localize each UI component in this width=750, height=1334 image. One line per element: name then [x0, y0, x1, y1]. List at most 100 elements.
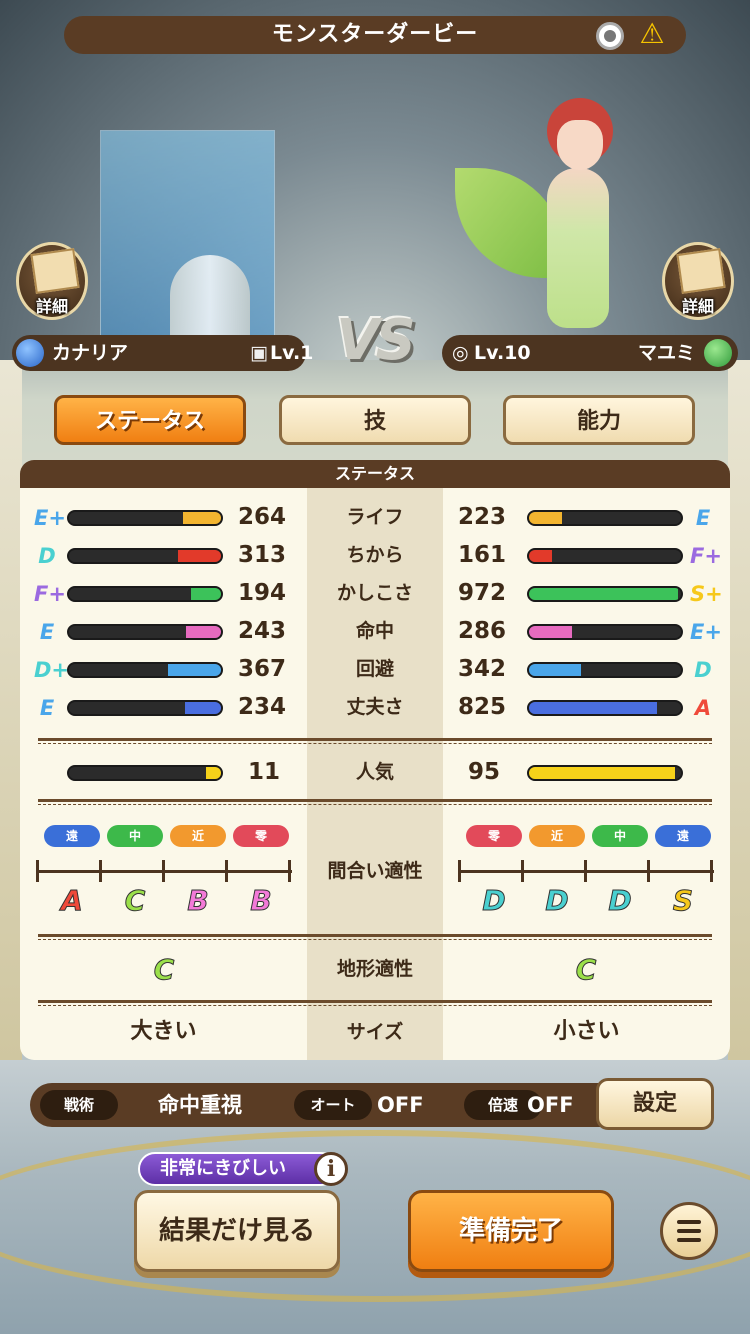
right-stat-grade: E — [695, 506, 711, 530]
right-stat-value: 972 — [458, 580, 507, 606]
stat-row: D 313 ちから 161 F+ — [20, 536, 730, 574]
section-divider — [38, 1000, 712, 1006]
right-stat-value: 342 — [458, 656, 507, 682]
info-icon[interactable]: i — [314, 1152, 348, 1186]
bar-fill — [178, 550, 221, 562]
right-wall — [728, 360, 750, 1060]
scale-tick — [36, 860, 39, 882]
right-detail-button[interactable]: 詳細 — [662, 242, 734, 320]
bar-fill — [529, 767, 675, 779]
left-terrain-grade: C — [153, 953, 175, 987]
right-monster-name: マユミ — [638, 342, 696, 364]
right-range-scale — [458, 860, 714, 882]
left-stat-grade: F+ — [34, 582, 66, 606]
right-stat-value: 825 — [458, 694, 507, 720]
right-stat-grade: F+ — [690, 544, 722, 568]
tab-abilities[interactable]: 能力 — [503, 395, 695, 445]
left-size-value: 大きい — [130, 1019, 197, 1044]
right-range-grade: D — [482, 884, 506, 918]
monster-body — [547, 168, 609, 328]
bar-fill — [205, 767, 221, 779]
left-stat-value: 243 — [238, 618, 287, 644]
scale-tick — [458, 860, 461, 882]
title-bar: モンスターダービー — [64, 16, 686, 54]
bar-fill — [529, 626, 572, 638]
cards-icon — [676, 248, 726, 294]
speed-toggle-value[interactable]: OFF — [527, 1083, 574, 1127]
scale-tick — [288, 860, 291, 882]
right-range-grade: D — [608, 884, 632, 918]
right-stat-bar — [527, 662, 683, 678]
left-monster-level: Lv.1 — [270, 342, 314, 364]
menu-button[interactable] — [660, 1202, 718, 1260]
left-range-grade: C — [124, 884, 146, 918]
left-range-grade: A — [61, 884, 84, 918]
bar-fill — [529, 664, 581, 676]
popularity-label: 人気 — [355, 761, 394, 783]
left-stat-bar — [67, 624, 223, 640]
right-stat-bar — [527, 624, 683, 640]
left-detail-button[interactable]: 詳細 — [16, 242, 88, 320]
bar-fill — [529, 588, 678, 600]
right-monster-level: Lv.10 — [474, 342, 531, 364]
page-title: モンスターダービー — [271, 22, 479, 47]
tactic-value[interactable]: 命中重視 — [158, 1083, 242, 1127]
left-wall — [0, 360, 22, 1060]
left-stat-grade: E — [39, 696, 55, 720]
stat-label: 命中 — [355, 620, 394, 642]
right-stat-value: 286 — [458, 618, 507, 644]
stat-row: E 243 命中 286 E+ — [20, 612, 730, 650]
right-stat-value: 161 — [458, 542, 507, 568]
left-stat-value: 234 — [238, 694, 287, 720]
section-divider — [38, 738, 712, 744]
bar-fill — [186, 626, 221, 638]
right-stat-bar — [527, 586, 683, 602]
left-monster-name: カナリア — [52, 342, 129, 364]
water-orb-icon — [16, 339, 44, 367]
scale-tick — [162, 860, 165, 882]
left-stat-grade: D+ — [34, 658, 70, 682]
left-stat-grade: E — [39, 620, 55, 644]
right-stat-grade: A — [694, 696, 712, 720]
left-stat-bar — [67, 586, 223, 602]
left-range-pill: 近 — [170, 825, 226, 847]
auto-toggle-value[interactable]: OFF — [377, 1083, 424, 1127]
scale-tick — [521, 860, 524, 882]
nature-orb-icon — [704, 339, 732, 367]
bar-fill — [190, 588, 221, 600]
stat-row: E 234 丈夫さ 825 A — [20, 688, 730, 726]
tactic-tag: 戦術 — [40, 1090, 118, 1120]
settings-button[interactable]: 設定 — [596, 1078, 714, 1130]
menu-icon-line — [677, 1238, 701, 1242]
left-stat-value: 313 — [238, 542, 287, 568]
record-icon[interactable] — [596, 22, 624, 50]
scale-tick — [710, 860, 713, 882]
left-range-scale — [36, 860, 292, 882]
ready-button[interactable]: 準備完了 — [408, 1190, 614, 1272]
right-terrain-grade: C — [575, 953, 597, 987]
monster-face — [557, 120, 603, 170]
left-range-pill: 遠 — [44, 825, 100, 847]
left-range-grade: B — [250, 884, 272, 918]
left-popularity-bar — [67, 765, 223, 781]
right-stat-grade: E+ — [690, 620, 722, 644]
size-row: 大きい サイズ 小さい — [20, 1008, 730, 1056]
detail-label: 詳細 — [681, 297, 714, 316]
stat-row: D+ 367 回避 342 D — [20, 650, 730, 688]
view-result-only-button[interactable]: 結果だけ見る — [134, 1190, 340, 1272]
warning-icon[interactable]: ⚠ — [636, 19, 668, 49]
left-stat-grade: E+ — [34, 506, 66, 530]
right-stat-bar — [527, 548, 683, 564]
left-range-pill: 中 — [107, 825, 163, 847]
menu-icon-line — [677, 1229, 701, 1233]
tab-skills[interactable]: 技 — [279, 395, 471, 445]
right-range-pill: 零 — [466, 825, 522, 847]
status-panel-title: ステータス — [20, 460, 730, 488]
auto-tag: オート — [294, 1090, 372, 1120]
tab-status[interactable]: ステータス — [54, 395, 246, 445]
right-popularity-value: 95 — [468, 759, 501, 785]
left-stat-value: 264 — [238, 504, 287, 530]
scale-tick — [584, 860, 587, 882]
terrain-aptitude-label: 地形適性 — [336, 958, 413, 980]
left-monster-namebar: カナリア ▣ Lv.1 — [12, 335, 313, 371]
